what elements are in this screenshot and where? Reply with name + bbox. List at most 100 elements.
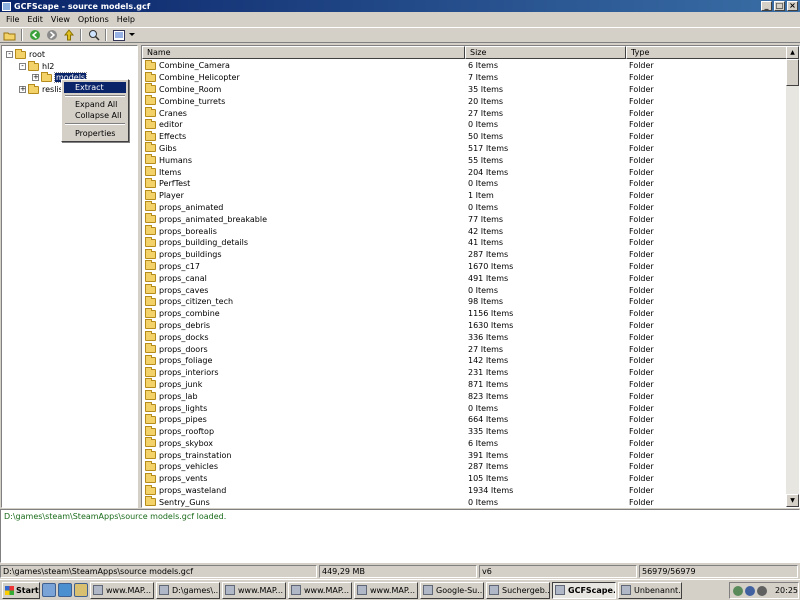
up-icon[interactable] [61, 28, 76, 42]
table-row[interactable]: props_borealis 42 Items Folder [142, 225, 787, 237]
table-row[interactable]: props_doors 27 Items Folder [142, 343, 787, 355]
tray-network-icon[interactable] [733, 585, 743, 596]
row-size: 204 Items [468, 167, 509, 177]
search-icon[interactable] [86, 28, 101, 42]
collapse-icon[interactable]: - [19, 63, 26, 70]
row-size: 1934 Items [468, 486, 514, 496]
column-header-size[interactable]: Size [465, 46, 626, 59]
taskbar-button-label: Unbenannt... [634, 585, 682, 595]
tree-node-hl2[interactable]: - hl2 [19, 60, 54, 72]
table-row[interactable]: props_citizen_tech 98 Items Folder [142, 295, 787, 308]
table-row[interactable]: props_combine 1156 Items Folder [142, 307, 787, 320]
forward-icon[interactable] [44, 28, 59, 42]
clock[interactable]: 20:25 [775, 586, 798, 595]
log-pane[interactable]: D:\games\steam\SteamApps\source models.g… [0, 509, 800, 563]
close-button[interactable]: × [787, 1, 798, 11]
taskbar-button[interactable]: www.MAP... [354, 581, 418, 599]
table-row[interactable]: editor 0 Items Folder [142, 118, 787, 131]
tray-volume-icon[interactable] [744, 585, 755, 596]
taskbar-button[interactable]: Unbenannt... [618, 581, 682, 599]
chevron-down-icon[interactable] [128, 28, 136, 42]
table-row[interactable]: props_caves 0 Items Folder [142, 284, 787, 296]
scroll-thumb[interactable] [786, 59, 799, 86]
menu-file[interactable]: File [2, 15, 23, 24]
minimize-button[interactable]: _ [761, 1, 772, 11]
start-button[interactable]: Start [2, 581, 40, 599]
row-size: 517 Items [468, 143, 509, 153]
taskbar-button[interactable]: Suchergeb... [486, 581, 550, 599]
vertical-scrollbar[interactable]: ▲ ▼ [786, 46, 799, 507]
table-row[interactable]: Cranes 27 Items Folder [142, 107, 787, 119]
expand-icon[interactable]: + [32, 74, 39, 81]
menu-options[interactable]: Options [74, 15, 113, 24]
table-row[interactable]: props_vehicles 287 Items Folder [142, 460, 787, 473]
table-row[interactable]: props_lights 0 Items Folder [142, 402, 787, 414]
table-row[interactable]: props_wasteland 1934 Items Folder [142, 484, 787, 497]
maximize-button[interactable]: □ [774, 1, 785, 11]
file-list[interactable]: Name Size Type Combine_Camera 6 Items Fold… [141, 45, 800, 508]
table-row[interactable]: PerfTest 0 Items Folder [142, 177, 787, 190]
taskbar: Start www.MAP... D:\games\... www.MAP... ww… [0, 579, 800, 600]
table-row[interactable]: Sentry_Guns 0 Items Folder [142, 496, 787, 507]
table-row[interactable]: props_docks 336 Items Folder [142, 331, 787, 343]
column-header-type[interactable]: Type [626, 46, 787, 59]
quicklaunch-browser-icon[interactable] [58, 583, 72, 597]
table-row[interactable]: Humans 55 Items Folder [142, 154, 787, 166]
table-row[interactable]: props_interiors 231 Items Folder [142, 366, 787, 379]
table-row[interactable]: props_animated_breakable 77 Items Folder [142, 213, 787, 225]
back-icon[interactable] [27, 28, 42, 42]
table-row[interactable]: props_c17 1670 Items Folder [142, 260, 787, 273]
table-row[interactable]: props_canal 491 Items Folder [142, 272, 787, 284]
table-row[interactable]: Player 1 Item Folder [142, 189, 787, 202]
taskbar-button-label: Google-Su... [436, 585, 484, 595]
menu-item-collapse-all[interactable]: Collapse All [64, 110, 126, 121]
menu-view[interactable]: View [47, 15, 74, 24]
table-row[interactable]: props_rooftop 335 Items Folder [142, 425, 787, 438]
taskbar-button[interactable]: www.MAP... [222, 581, 286, 599]
view-options-icon[interactable] [111, 28, 126, 42]
table-row[interactable]: props_vents 105 Items Folder [142, 472, 787, 485]
table-row[interactable]: props_lab 823 Items Folder [142, 390, 787, 402]
table-row[interactable]: Gibs 517 Items Folder [142, 142, 787, 155]
table-row[interactable]: props_trainstation 391 Items Folder [142, 449, 787, 461]
menu-edit[interactable]: Edit [23, 15, 47, 24]
table-row[interactable]: Combine_Camera 6 Items Folder [142, 59, 787, 72]
menu-item-extract[interactable]: Extract [64, 82, 126, 93]
table-row[interactable]: Items 204 Items Folder [142, 166, 787, 178]
status-path: D:\games\steam\SteamApps\source models.g… [0, 565, 317, 578]
menu-help[interactable]: Help [113, 15, 139, 24]
table-row[interactable]: props_pipes 664 Items Folder [142, 413, 787, 426]
table-row[interactable]: props_building_details 41 Items Folder [142, 236, 787, 249]
table-row[interactable]: props_animated 0 Items Folder [142, 201, 787, 214]
table-row[interactable]: Effects 50 Items Folder [142, 130, 787, 143]
taskbar-button[interactable]: D:\games\... [156, 581, 220, 599]
tree-node-reslis[interactable]: + reslis [19, 83, 63, 95]
window-title: GCFScape - source models.gcf [14, 1, 151, 11]
title-bar[interactable]: GCFScape - source models.gcf _ □ × [0, 0, 800, 12]
taskbar-button[interactable]: GCFScape... [552, 581, 616, 599]
tray-steam-icon[interactable] [756, 585, 767, 596]
taskbar-button[interactable]: www.MAP... [288, 581, 352, 599]
table-row[interactable]: props_junk 871 Items Folder [142, 378, 787, 391]
table-row[interactable]: Combine_turrets 20 Items Folder [142, 95, 787, 107]
taskbar-button[interactable]: www.MAP... [90, 581, 154, 599]
collapse-icon[interactable]: - [6, 51, 13, 58]
scroll-down-arrow[interactable]: ▼ [786, 494, 799, 507]
table-row[interactable]: Combine_Room 35 Items Folder [142, 83, 787, 96]
table-row[interactable]: props_buildings 287 Items Folder [142, 248, 787, 261]
table-row[interactable]: props_foliage 142 Items Folder [142, 354, 787, 367]
table-row[interactable]: Combine_Helicopter 7 Items Folder [142, 71, 787, 84]
open-folder-icon[interactable] [2, 28, 17, 42]
table-row[interactable]: props_debris 1630 Items Folder [142, 319, 787, 332]
expand-icon[interactable]: + [19, 86, 26, 93]
column-header-name[interactable]: Name [142, 46, 465, 59]
tree-node-root[interactable]: - root [6, 48, 45, 60]
quicklaunch-desktop-icon[interactable] [42, 583, 56, 597]
quicklaunch-mail-icon[interactable] [74, 583, 88, 597]
scroll-up-arrow[interactable]: ▲ [786, 46, 799, 59]
menu-item-properties[interactable]: Properties [64, 128, 126, 139]
taskbar-button[interactable]: Google-Su... [420, 581, 484, 599]
menu-item-expand-all[interactable]: Expand All [64, 99, 126, 110]
row-name: props_trainstation [159, 450, 232, 460]
table-row[interactable]: props_skybox 6 Items Folder [142, 437, 787, 450]
